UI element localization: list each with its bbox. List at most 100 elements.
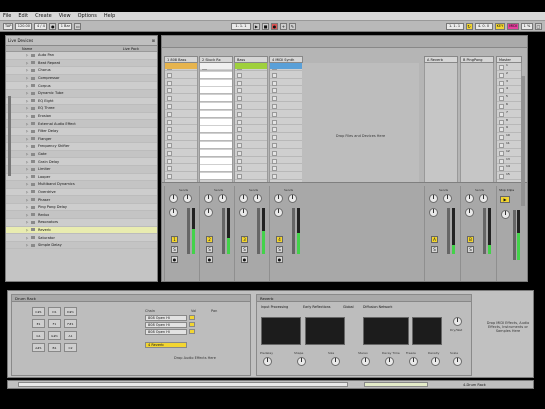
drum-pad[interactable]: B1: [48, 343, 61, 352]
clip[interactable]: [200, 134, 232, 141]
reverb-knob[interactable]: [297, 357, 306, 366]
expand-arrow-icon[interactable]: ▷: [26, 76, 28, 80]
scene-launch[interactable]: 8: [497, 118, 521, 126]
pan-knob[interactable]: [204, 208, 213, 217]
clip-slot[interactable]: [235, 157, 267, 165]
solo-button[interactable]: S: [431, 246, 438, 253]
chorus-display[interactable]: [412, 317, 442, 345]
send-a-knob[interactable]: [169, 194, 178, 203]
scene-launch[interactable]: 9: [497, 125, 521, 134]
expand-arrow-icon[interactable]: ▷: [26, 236, 28, 240]
key-map-button[interactable]: KEY: [494, 22, 506, 30]
solo-button[interactable]: S: [206, 246, 213, 253]
clip-slot[interactable]: [235, 141, 267, 149]
expand-arrow-icon[interactable]: ▷: [26, 228, 28, 232]
pan-knob[interactable]: [169, 208, 178, 217]
reverb-knob[interactable]: [431, 357, 440, 366]
loop-length-field[interactable]: 4. 0. 0: [474, 22, 493, 30]
solo-button[interactable]: S: [241, 246, 248, 253]
track-activator[interactable]: 1: [171, 236, 178, 243]
expand-arrow-icon[interactable]: ▷: [26, 243, 28, 247]
browser-item[interactable]: ▷ Dynamic Tube: [6, 90, 157, 98]
clip-slot[interactable]: [235, 172, 267, 180]
tap-button[interactable]: TAP: [3, 22, 14, 30]
metronome-icon[interactable]: ●: [49, 22, 57, 30]
browser-scrollbar[interactable]: [8, 96, 11, 176]
clip-slot[interactable]: [165, 141, 197, 149]
expand-arrow-icon[interactable]: ▷: [26, 144, 28, 148]
clip[interactable]: [200, 87, 232, 94]
volume-fader[interactable]: [222, 208, 225, 254]
scene-launch[interactable]: 5: [497, 94, 521, 102]
clip[interactable]: [165, 63, 197, 69]
browser-item[interactable]: ▷ Beat Repeat: [6, 60, 157, 68]
expand-arrow-icon[interactable]: ▷: [26, 198, 28, 202]
drum-pad[interactable]: A1: [64, 331, 77, 340]
clip-slot[interactable]: [165, 102, 197, 110]
clip-slot[interactable]: [270, 125, 302, 134]
clip-slot[interactable]: [235, 125, 267, 134]
column-name[interactable]: Name: [8, 47, 123, 51]
chain-row[interactable]: 808 Open Hi: [145, 314, 245, 321]
clip-slot[interactable]: [165, 118, 197, 126]
expand-arrow-icon[interactable]: ▷: [26, 84, 28, 88]
clip-slot[interactable]: [165, 94, 197, 102]
browser-item[interactable]: ▷ Corpus: [6, 82, 157, 90]
scene-launch[interactable]: 12: [497, 149, 521, 157]
browser-item[interactable]: ▷ Gate: [6, 151, 157, 159]
expand-arrow-icon[interactable]: ▷: [26, 61, 28, 65]
clip[interactable]: [200, 63, 232, 69]
volume-fader[interactable]: [292, 208, 295, 254]
scene-launch[interactable]: 10: [497, 133, 521, 141]
master-pan-knob[interactable]: [501, 210, 510, 219]
drum-pad[interactable]: F1: [48, 319, 61, 328]
browser-item[interactable]: ▷ Erosion: [6, 112, 157, 121]
scene-launch[interactable]: 7: [497, 110, 521, 118]
scene-launch[interactable]: 14: [497, 164, 521, 173]
volume-fader[interactable]: [447, 208, 450, 254]
play-icon[interactable]: ▶: [252, 22, 260, 30]
drum-pad[interactable]: G1: [32, 331, 45, 340]
midi-map-button[interactable]: MIDI: [507, 22, 519, 30]
chain-row[interactable]: 808 Open Hi: [145, 328, 245, 335]
menu-options[interactable]: Options: [78, 13, 97, 19]
clip-slot[interactable]: [235, 110, 267, 118]
time-signature-field[interactable]: 4 / 4: [34, 22, 48, 30]
reverb-knob[interactable]: [453, 357, 462, 366]
send-b-knob[interactable]: [443, 194, 452, 203]
clip[interactable]: [270, 63, 302, 69]
send-b-knob[interactable]: [288, 194, 297, 203]
reverb-knob[interactable]: [331, 357, 340, 366]
expand-arrow-icon[interactable]: ▷: [26, 160, 28, 164]
browser-item[interactable]: ▷ EQ Three: [6, 105, 157, 113]
browser-item[interactable]: ▷ External Audio Effect: [6, 120, 157, 128]
clip[interactable]: [200, 165, 232, 172]
drum-pad[interactable]: C2: [64, 343, 77, 352]
scene-launch[interactable]: 1: [497, 63, 521, 71]
chain-name[interactable]: 808 Open Hi: [145, 328, 187, 335]
browser-item[interactable]: ▷ Saturator: [6, 234, 157, 242]
drum-pad[interactable]: E1: [32, 319, 45, 328]
master-fader[interactable]: [513, 210, 516, 260]
clip-slot[interactable]: [270, 94, 302, 102]
device-drop-hint[interactable]: Drop MIDI Effects, Audio Effects, Instru…: [485, 321, 531, 333]
master-activator[interactable]: ▶: [500, 196, 510, 203]
clip-slot[interactable]: [270, 157, 302, 165]
pan-knob[interactable]: [274, 208, 283, 217]
arm-button[interactable]: ●: [241, 256, 248, 263]
quantize-select[interactable]: 1 Bar: [58, 22, 73, 30]
browser-item[interactable]: ▷ Ping Pong Delay: [6, 203, 157, 212]
menu-file[interactable]: File: [3, 13, 11, 19]
clip-slot[interactable]: [235, 94, 267, 102]
clip-slot[interactable]: [235, 133, 267, 141]
arm-button[interactable]: ●: [171, 256, 178, 263]
browser-item[interactable]: ▷ Limiter: [6, 166, 157, 174]
browser-item[interactable]: ▷ Resonators: [6, 219, 157, 227]
expand-arrow-icon[interactable]: ▷: [26, 106, 28, 110]
clip[interactable]: [200, 126, 232, 133]
browser-item[interactable]: ▷ Redux: [6, 211, 157, 220]
clip-slot[interactable]: [235, 79, 267, 87]
scene-launch[interactable]: 13: [497, 157, 521, 165]
record-icon[interactable]: ●: [270, 22, 278, 30]
clip-slot[interactable]: [165, 125, 197, 134]
